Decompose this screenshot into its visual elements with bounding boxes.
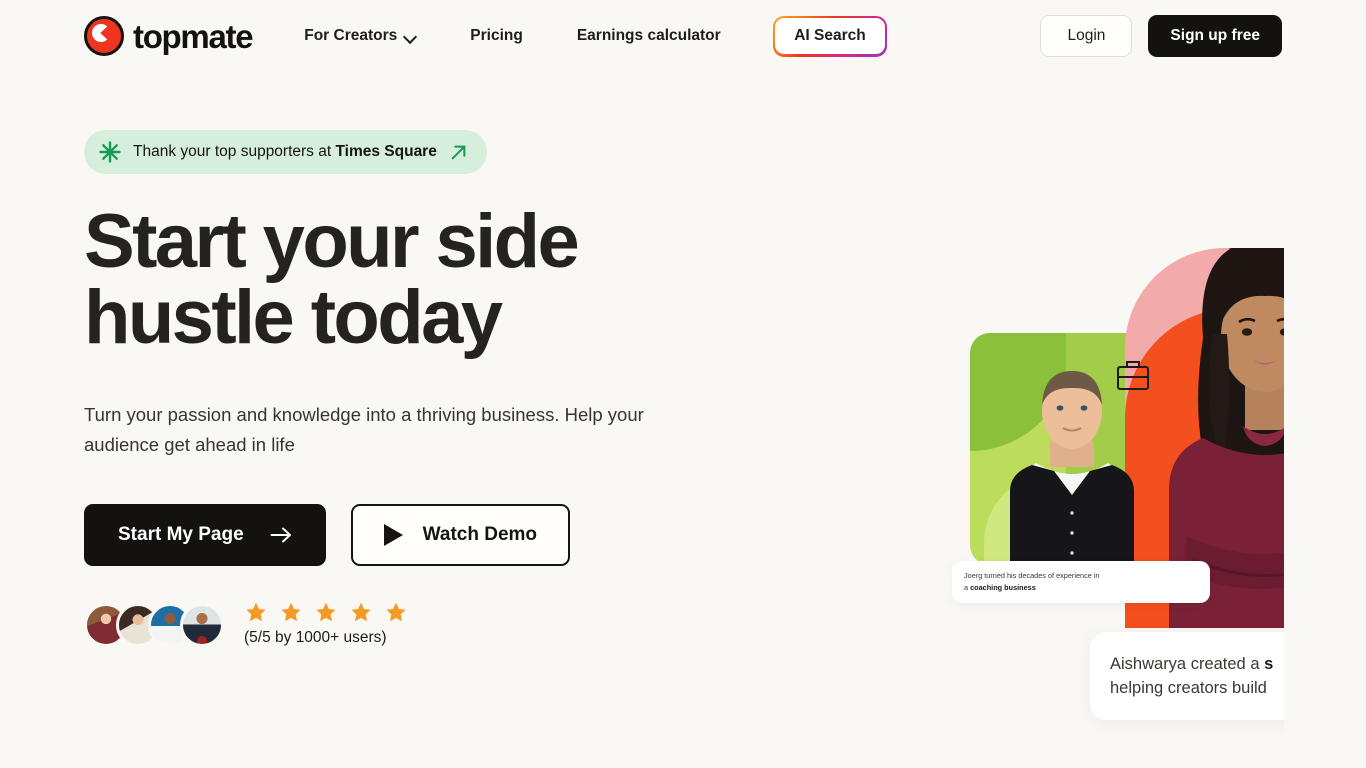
header-actions: Login Sign up free <box>1040 15 1282 57</box>
announcement-highlight: Times Square <box>335 143 437 160</box>
start-my-page-button[interactable]: Start My Page <box>84 504 326 566</box>
start-my-page-label: Start My Page <box>118 524 244 545</box>
nav-item-label: Earnings calculator <box>576 27 721 44</box>
hero-illustration: Joerg turned his decades of experience i… <box>940 248 1366 740</box>
hero-title: Start your side hustle today <box>84 199 580 360</box>
play-icon <box>383 524 403 546</box>
star-icon <box>246 602 266 622</box>
watch-demo-button[interactable]: Watch Demo <box>350 504 571 566</box>
hero-subtitle: Turn your passion and knowledge into a t… <box>84 404 644 455</box>
creator-card-green <box>970 333 1162 565</box>
caption-highlight: coaching business <box>970 583 1036 592</box>
hero-section: Thank your top supporters at Times Squar… <box>0 72 1366 768</box>
star-icon <box>281 602 301 622</box>
announcement-prefix: Thank your top supporters at <box>133 143 336 160</box>
site-header: topmate For Creators Pricing Earnings ca… <box>0 0 1366 72</box>
caption-big-highlight: s <box>1264 655 1274 673</box>
watch-demo-label: Watch Demo <box>422 524 538 545</box>
topmate-logo-mark-icon <box>84 16 124 56</box>
man-in-suit-photo <box>1010 361 1149 565</box>
announcement-text: Thank your top supporters at Times Squar… <box>133 143 437 161</box>
rating-block: (5/5 by 1000+ users) <box>244 602 406 647</box>
arrow-right-icon <box>270 527 291 543</box>
rating-label: (5/5 by 1000+ users) <box>244 629 387 646</box>
login-button[interactable]: Login <box>1040 15 1133 57</box>
nav-item-earnings-calculator[interactable]: Earnings calculator <box>563 19 735 53</box>
caption-prefix: Joerg turned his decades of experience i… <box>964 571 1100 580</box>
star-rating <box>244 602 406 622</box>
caption-big-line2: helping creators build <box>1110 679 1267 697</box>
nav-item-label: For Creators <box>304 27 398 44</box>
signup-button[interactable]: Sign up free <box>1148 15 1282 57</box>
ai-search-label: AI Search <box>775 18 885 54</box>
creator-caption-joerg: Joerg turned his decades of experience i… <box>952 561 1210 603</box>
topmate-logo[interactable]: topmate <box>84 16 254 56</box>
star-icon <box>316 602 336 622</box>
sparkle-asterisk-icon <box>99 141 121 163</box>
chevron-down-icon <box>404 31 416 43</box>
user-avatars <box>84 602 224 647</box>
avatar <box>180 602 224 647</box>
main-navigation: For Creators Pricing Earnings calculator… <box>290 15 888 57</box>
nav-item-label: Pricing <box>470 27 523 44</box>
nav-item-pricing[interactable]: Pricing <box>456 19 537 53</box>
arrow-up-right-icon <box>451 145 466 159</box>
star-icon <box>351 602 371 622</box>
caption-big-prefix: Aishwarya created a <box>1110 655 1265 673</box>
nav-item-for-creators[interactable]: For Creators <box>290 19 430 53</box>
viewport-right-clip <box>1284 144 1366 768</box>
ai-search-button[interactable]: AI Search <box>772 15 888 57</box>
announcement-banner[interactable]: Thank your top supporters at Times Squar… <box>84 130 487 174</box>
brand-name: topmate <box>133 17 254 55</box>
star-icon <box>386 602 406 622</box>
